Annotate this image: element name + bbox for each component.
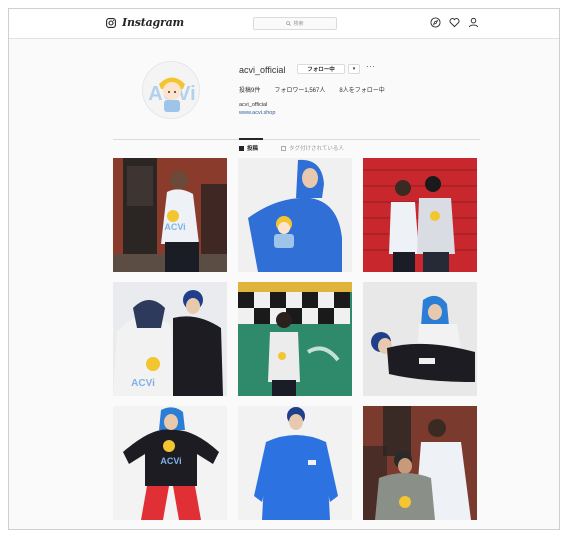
search-input[interactable]: 検索 (253, 17, 337, 30)
posts-count: 投稿9件 (239, 88, 261, 94)
grid-icon (239, 145, 244, 151)
profile-person-icon[interactable] (468, 17, 479, 28)
suggestions-dropdown-button[interactable]: ▾ (348, 64, 360, 74)
post-thumbnail[interactable] (238, 406, 352, 520)
more-options-icon[interactable]: ··· (366, 62, 376, 71)
post-print-text: ACVi (164, 222, 185, 232)
avatar-illustration: ACVi (143, 62, 199, 118)
post-thumbnail[interactable] (238, 158, 352, 272)
post-print-text: ACVi (160, 456, 181, 466)
post-photo: ACVi (113, 406, 227, 520)
bio-website-link[interactable]: www.acvi.shop (239, 110, 275, 116)
post-thumbnail[interactable] (363, 158, 477, 272)
post-photo (363, 406, 477, 520)
profile-stats: 投稿9件 フォロワー1,567人 8人をフォロー中 (239, 85, 399, 94)
explore-compass-icon[interactable] (430, 17, 441, 28)
tab-tagged[interactable]: タグ付けされている人 (281, 144, 344, 152)
followers-count[interactable]: フォロワー1,567人 (274, 85, 325, 94)
post-photo (238, 406, 352, 520)
chevron-down-icon: ▾ (352, 66, 356, 72)
post-photo (238, 158, 352, 272)
following-button[interactable]: フォロー中 (297, 64, 345, 74)
profile-username: acvi_official (239, 65, 286, 75)
tab-posts-label: 投稿 (247, 146, 259, 152)
tab-tagged-label: タグ付けされている人 (289, 146, 344, 152)
nav-icon-group (430, 17, 479, 28)
browser-window: Instagram 検索 ACVi (8, 8, 560, 530)
top-nav: Instagram 検索 (9, 9, 559, 39)
search-icon (286, 21, 292, 26)
post-thumbnail[interactable]: ACVi (113, 406, 227, 520)
post-print-text: ACVi (131, 378, 155, 389)
post-thumbnail[interactable] (363, 282, 477, 396)
home-logo[interactable]: Instagram (106, 16, 184, 29)
tabs-divider (113, 139, 480, 140)
profile-avatar[interactable]: ACVi (142, 61, 200, 119)
post-photo: ACVi (113, 158, 227, 272)
tab-posts[interactable]: 投稿 (239, 144, 258, 152)
tag-icon (281, 145, 286, 151)
active-tab-indicator (239, 138, 263, 140)
post-thumbnail[interactable]: ACVi (113, 282, 227, 396)
activity-heart-icon[interactable] (449, 17, 460, 28)
post-thumbnail[interactable] (363, 406, 477, 520)
post-thumbnail[interactable] (238, 282, 352, 396)
post-grid: ACVi ACVi ACVi (113, 158, 477, 520)
instagram-wordmark: Instagram (122, 16, 184, 29)
post-photo: ACVi (113, 282, 227, 396)
post-photo (363, 158, 477, 272)
search-placeholder: 検索 (293, 21, 304, 27)
post-thumbnail[interactable]: ACVi (113, 158, 227, 272)
post-photo (238, 282, 352, 396)
instagram-camera-icon (106, 17, 116, 28)
post-photo (363, 282, 477, 396)
bio-name: acvi_official (239, 102, 268, 108)
following-count[interactable]: 8人をフォロー中 (339, 85, 384, 94)
